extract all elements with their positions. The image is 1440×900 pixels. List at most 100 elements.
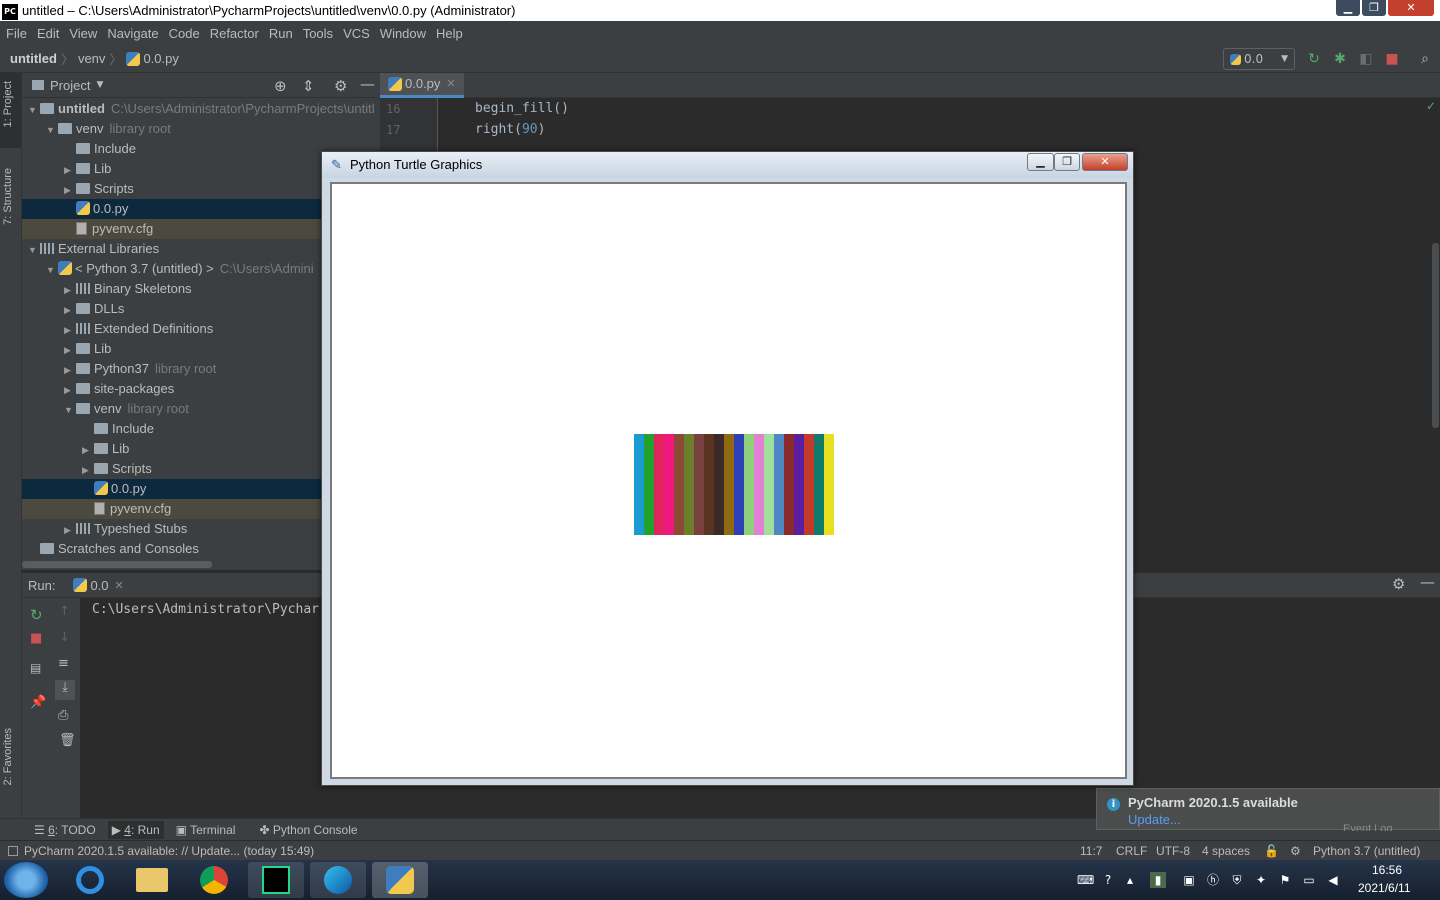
help-icon[interactable]: ? <box>1100 872 1116 888</box>
battery-icon[interactable]: ▮ <box>1150 872 1166 888</box>
breadcrumb-file[interactable]: 0.0.py <box>143 51 178 66</box>
gear-icon[interactable]: ⚙ <box>334 77 347 95</box>
keyboard-icon[interactable]: ⌨ <box>1077 872 1094 888</box>
hide-panel-icon[interactable]: — <box>1420 573 1435 591</box>
security-app-icon[interactable]: ✦ <box>1253 872 1269 888</box>
console-output[interactable]: C:\Users\Administrator\Pychar <box>92 602 319 617</box>
toggle-tool-windows-icon[interactable] <box>8 845 18 856</box>
run-tool-tab[interactable]: ▶ 4: Run <box>107 820 164 839</box>
minimize-button[interactable]: ▁ <box>1336 0 1360 16</box>
indent-setting[interactable]: 4 spaces <box>1202 844 1250 858</box>
project-tool-tab[interactable]: 1: Project <box>2 81 14 127</box>
tree-item[interactable]: ▼ venv library root <box>22 119 380 139</box>
collapsed-arrow-icon[interactable]: ▶ <box>82 460 94 479</box>
tray-expand-icon[interactable]: ▴ <box>1122 872 1138 888</box>
expanded-arrow-icon[interactable]: ▼ <box>46 260 58 279</box>
expanded-arrow-icon[interactable]: ▼ <box>28 240 40 259</box>
terminal-tool-tab[interactable]: ▣ Terminal <box>176 823 236 837</box>
clock-date[interactable]: 2021/6/11 <box>1358 881 1411 895</box>
expanded-arrow-icon[interactable]: ▼ <box>46 120 58 139</box>
vertical-scrollbar[interactable] <box>1432 243 1439 428</box>
locate-icon[interactable]: ⊕ <box>274 77 287 95</box>
up-arrow-icon[interactable]: ↑ <box>59 604 70 619</box>
turtle-close-button[interactable]: ✕ <box>1082 153 1128 171</box>
close-tab-icon[interactable]: ✕ <box>115 579 124 592</box>
menu-vcs[interactable]: VCS <box>343 26 370 41</box>
expanded-arrow-icon[interactable]: ▼ <box>28 100 40 119</box>
menu-window[interactable]: Window <box>380 26 426 41</box>
structure-tool-tab[interactable]: 7: Structure <box>2 168 14 225</box>
todo-tool-tab[interactable]: ☰ 6: TODO <box>34 823 96 837</box>
turtle-maximize-button[interactable]: ❐ <box>1054 153 1080 171</box>
collapsed-arrow-icon[interactable]: ▶ <box>64 360 76 379</box>
turtle-canvas[interactable] <box>330 182 1127 779</box>
print-icon[interactable]: ⎙ <box>58 708 68 723</box>
turtle-window-title-bar[interactable]: ✎ Python Turtle Graphics ▁ ❐ ✕ <box>322 152 1133 178</box>
menu-refactor[interactable]: Refactor <box>210 26 259 41</box>
collapsed-arrow-icon[interactable]: ▶ <box>64 300 76 319</box>
turtle-minimize-button[interactable]: ▁ <box>1027 153 1054 171</box>
collapsed-arrow-icon[interactable]: ▶ <box>64 520 76 539</box>
menu-navigate[interactable]: Navigate <box>107 26 158 41</box>
start-button[interactable] <box>4 862 48 898</box>
run-configuration-select[interactable]: 0.0 ▼ <box>1223 48 1295 70</box>
stop-icon[interactable]: ■ <box>30 631 42 646</box>
collapsed-arrow-icon[interactable]: ▶ <box>64 280 76 299</box>
coverage-icon[interactable]: ◧ <box>1358 51 1374 67</box>
volume-icon[interactable]: ◀ <box>1325 872 1341 888</box>
breadcrumb-project[interactable]: untitled <box>10 51 57 66</box>
menu-help[interactable]: Help <box>436 26 463 41</box>
gear-icon[interactable]: ⚙ <box>1392 575 1405 593</box>
menu-run[interactable]: Run <box>269 26 293 41</box>
down-arrow-icon[interactable]: ↓ <box>59 630 70 645</box>
line-separator[interactable]: CRLF <box>1116 844 1147 858</box>
maximize-button[interactable]: ❐ <box>1362 0 1386 16</box>
expanded-arrow-icon[interactable]: ▼ <box>64 400 76 419</box>
collapsed-arrow-icon[interactable]: ▶ <box>64 380 76 399</box>
lock-icon[interactable]: 🔓 <box>1264 844 1279 858</box>
collapsed-arrow-icon[interactable]: ▶ <box>64 340 76 359</box>
soft-wrap-icon[interactable]: ≡ <box>58 656 69 671</box>
breadcrumb-folder[interactable]: venv <box>78 51 105 66</box>
debug-icon[interactable]: ✱ <box>1332 51 1348 67</box>
menu-edit[interactable]: Edit <box>37 26 59 41</box>
code-line[interactable]: right(90) <box>475 122 545 137</box>
menu-code[interactable]: Code <box>169 26 200 41</box>
chevron-down-icon[interactable]: ▼ <box>96 80 103 90</box>
tree-item[interactable]: ▼ untitled C:\Users\Administrator\PycharmP… <box>22 99 380 119</box>
collapse-all-icon[interactable]: ⇕ <box>302 77 315 95</box>
collapsed-arrow-icon[interactable]: ▶ <box>64 180 76 199</box>
run-tab-label[interactable]: 0.0 <box>90 578 108 593</box>
flag-icon[interactable]: ⚑ <box>1277 872 1293 888</box>
python-interpreter[interactable]: Python 3.7 (untitled) <box>1313 844 1420 858</box>
collapsed-arrow-icon[interactable]: ▶ <box>82 440 94 459</box>
python-turtle-taskbar-icon[interactable] <box>372 862 428 898</box>
file-explorer-icon[interactable] <box>124 862 180 898</box>
file-encoding[interactable]: UTF-8 <box>1156 844 1190 858</box>
rerun-icon[interactable]: ↻ <box>30 606 43 624</box>
pin-icon[interactable]: 📌 <box>30 695 46 710</box>
trash-icon[interactable]: 🗑 <box>59 733 76 748</box>
close-tab-icon[interactable]: ✕ <box>446 77 455 90</box>
shield-icon[interactable]: ⛨ <box>1229 872 1245 888</box>
python-console-tool-tab[interactable]: ✤ Python Console <box>259 823 357 837</box>
internet-explorer-icon[interactable] <box>62 862 118 898</box>
search-icon[interactable]: ⌕ <box>1417 51 1433 67</box>
collapsed-arrow-icon[interactable]: ▶ <box>64 320 76 339</box>
status-message[interactable]: PyCharm 2020.1.5 available: // Update...… <box>24 844 314 858</box>
stop-icon[interactable]: ■ <box>1384 51 1400 67</box>
pycharm-taskbar-icon[interactable] <box>248 862 304 898</box>
menu-tools[interactable]: Tools <box>303 26 333 41</box>
code-line[interactable]: begin_fill() <box>475 101 569 116</box>
update-link[interactable]: Update... <box>1128 812 1181 827</box>
collapsed-arrow-icon[interactable]: ▶ <box>64 160 76 179</box>
horizontal-scrollbar[interactable] <box>22 561 212 568</box>
network-icon[interactable]: ▭ <box>1301 872 1317 888</box>
edge-icon[interactable] <box>310 862 366 898</box>
favorites-tool-tab[interactable]: 2: Favorites <box>2 728 14 785</box>
menu-file[interactable]: File <box>6 26 27 41</box>
hide-panel-icon[interactable]: — <box>360 75 375 93</box>
clock-time[interactable]: 16:56 <box>1372 863 1402 877</box>
project-panel-title[interactable]: Project <box>50 78 90 93</box>
close-button[interactable]: ✕ <box>1388 0 1434 16</box>
